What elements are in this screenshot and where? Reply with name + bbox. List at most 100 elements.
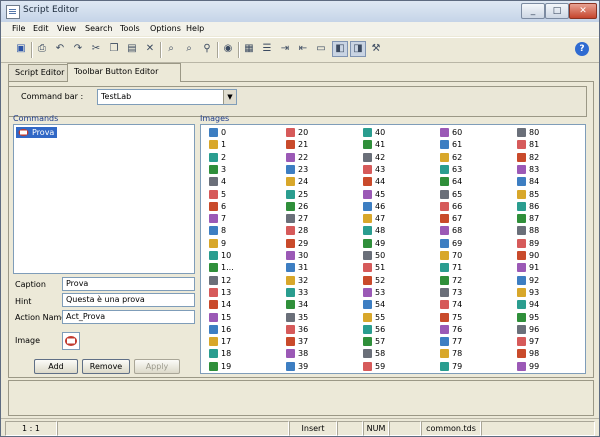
redo-icon[interactable]: ↷ <box>71 42 85 56</box>
help-icon[interactable]: ? <box>575 42 589 56</box>
output-panel <box>8 380 594 416</box>
indent-icon[interactable]: ⇥ <box>278 42 292 56</box>
tab-toolbar-button-editor[interactable]: Toolbar Button Editor <box>67 63 181 82</box>
image-index-label: 55 <box>375 312 386 322</box>
menu-bar: File Edit View Search Tools Options Help <box>1 22 599 36</box>
image-index-label: 35 <box>298 312 309 322</box>
image-index-label: 9 <box>221 238 227 248</box>
image-index-label: 57 <box>375 337 386 347</box>
image-index-label: 99 <box>529 361 540 371</box>
toolbar-image-icon <box>440 287 449 297</box>
menu-file[interactable]: File <box>12 24 25 33</box>
find-next-icon[interactable]: ⌕ <box>182 42 196 56</box>
list-icon[interactable]: ☰ <box>260 42 274 56</box>
menu-search[interactable]: Search <box>85 24 112 33</box>
replace-icon[interactable]: ⚲ <box>200 42 214 56</box>
browse-icon[interactable]: ▦ <box>242 42 256 56</box>
delete-icon[interactable]: ✕ <box>143 42 157 56</box>
command-bar-select[interactable]: TestLab ▼ <box>97 89 237 105</box>
undo-icon[interactable]: ↶ <box>53 42 67 56</box>
image-index-label: 38 <box>298 349 309 359</box>
close-button[interactable]: ✕ <box>569 3 597 19</box>
commands-list[interactable]: Prova <box>13 124 195 274</box>
menu-view[interactable]: View <box>57 24 76 33</box>
status-spacer <box>389 421 421 436</box>
toolbar-image-icon <box>363 189 372 199</box>
toolbar-image-icon <box>286 189 295 199</box>
command-image-icon <box>65 336 77 346</box>
image-index-label: 43 <box>375 164 386 174</box>
image-index-label: 82 <box>529 152 540 162</box>
toolbar-image-icon <box>440 189 449 199</box>
image-index-label: 3 <box>221 164 227 174</box>
image-index-label: 70 <box>452 251 463 260</box>
hint-field[interactable]: Questa è una prova <box>62 293 195 307</box>
toolbar-image-icon <box>363 128 372 137</box>
toolbar-image-icon <box>209 201 218 211</box>
toolbar-image-icon <box>363 300 372 310</box>
chevron-down-icon[interactable]: ▼ <box>223 90 236 104</box>
panel-two-icon[interactable]: ◨ <box>350 41 366 57</box>
image-index-label: 87 <box>529 214 540 224</box>
minimize-button[interactable]: _ <box>521 3 545 19</box>
toolbar-image-icon <box>209 349 218 359</box>
toolbar-image-icon <box>517 324 526 334</box>
copy-icon[interactable]: ❐ <box>107 42 121 56</box>
toolbar-image-icon <box>363 226 372 236</box>
cut-icon[interactable]: ✂ <box>89 42 103 56</box>
list-item[interactable]: Prova <box>16 127 58 138</box>
toolbar-image-icon <box>517 128 526 137</box>
paste-icon[interactable]: ▤ <box>125 42 139 56</box>
menu-help[interactable]: Help <box>186 24 204 33</box>
save-icon[interactable]: ▣ <box>14 42 28 56</box>
image-index-label: 62 <box>452 152 463 162</box>
goto-icon[interactable]: ◉ <box>221 42 235 56</box>
command-label: Prova <box>32 128 55 137</box>
toolbar-image-icon <box>517 214 526 224</box>
image-index-label: 50 <box>375 251 386 260</box>
image-index-label: 40 <box>375 128 386 137</box>
tab-script-editor[interactable]: Script Editor <box>8 64 72 81</box>
toolbar-image-icon <box>209 337 218 347</box>
image-index-label: 4 <box>221 177 227 187</box>
toolbar-image-icon <box>440 128 449 137</box>
image-index-label: 52 <box>375 275 386 285</box>
remove-button[interactable]: Remove <box>82 359 130 374</box>
toolbar-image-icon <box>440 177 449 187</box>
command-bar-value: TestLab <box>101 92 132 101</box>
toolbar-image-icon <box>286 337 295 347</box>
menu-edit[interactable]: Edit <box>33 24 49 33</box>
image-index-label: 6 <box>221 201 227 211</box>
command-image-icon <box>18 129 29 136</box>
find-icon[interactable]: ⌕ <box>164 42 178 56</box>
image-preview[interactable] <box>62 332 80 350</box>
toolbar-image-icon <box>209 177 218 187</box>
apply-button[interactable]: Apply <box>134 359 180 374</box>
image-index-label: 34 <box>298 300 309 310</box>
toolbar-image-icon <box>440 214 449 224</box>
image-index-label: 47 <box>375 214 386 224</box>
images-grid[interactable]: 0 1 2 3 4 5 6 7 8 9 10 1... 12 13 14 15 16 17 18 19 20 21 22 23… <box>200 124 586 374</box>
image-index-label: 65 <box>452 189 463 199</box>
image-index-label: 0 <box>221 128 227 137</box>
toolbar-image-icon <box>517 251 526 260</box>
menu-tools[interactable]: Tools <box>120 24 140 33</box>
image-index-label: 53 <box>375 287 386 297</box>
image-index-label: 48 <box>375 226 386 236</box>
add-button[interactable]: Add <box>34 359 78 374</box>
maximize-button[interactable]: □ <box>545 3 569 19</box>
image-index-label: 79 <box>452 361 463 371</box>
outdent-icon[interactable]: ⇤ <box>296 42 310 56</box>
toolbar-image-icon <box>286 287 295 297</box>
image-index-label: 69 <box>452 238 463 248</box>
panel-one-icon[interactable]: ◧ <box>332 41 348 57</box>
toggle-icon[interactable]: ▭ <box>314 42 328 56</box>
caption-field[interactable]: Prova <box>62 277 195 291</box>
print-icon[interactable]: ⎙ <box>35 42 49 56</box>
action-name-field[interactable]: Act_Prova <box>62 310 195 324</box>
image-index-label: 61 <box>452 140 463 150</box>
menu-options[interactable]: Options <box>150 24 181 33</box>
toolbar-image-icon <box>517 189 526 199</box>
tools-icon[interactable]: ⚒ <box>369 42 383 56</box>
status-extra <box>481 421 595 436</box>
